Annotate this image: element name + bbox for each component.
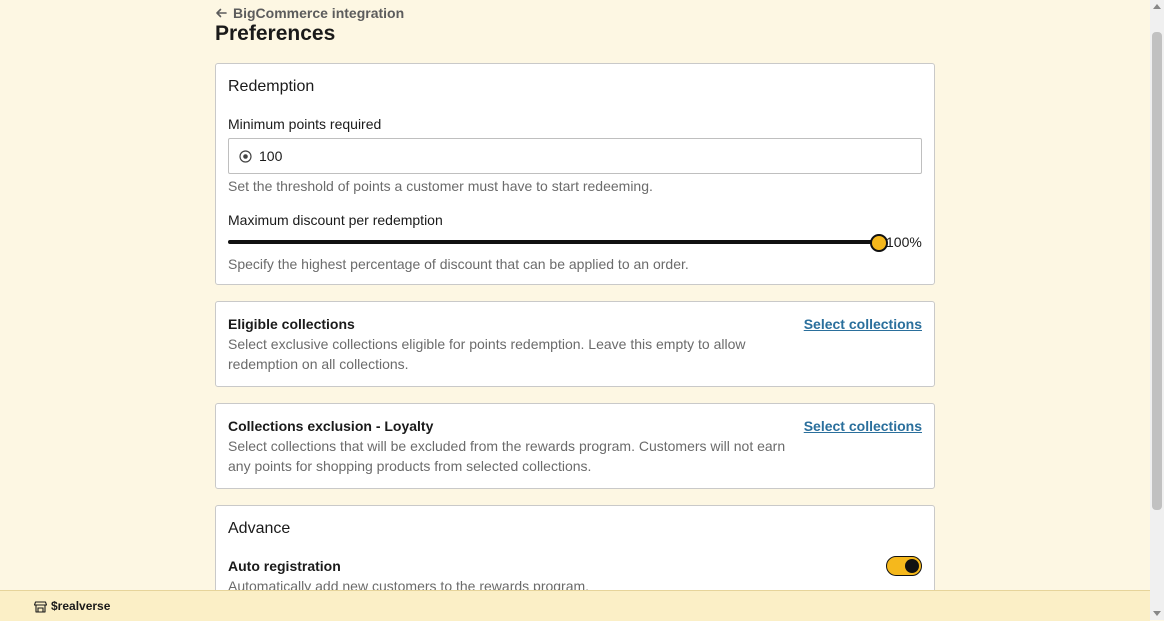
max-discount-help: Specify the highest percentage of discou… — [228, 256, 689, 272]
auto-registration-toggle[interactable] — [886, 556, 922, 576]
min-points-field[interactable] — [228, 138, 922, 174]
eligible-collections-title: Eligible collections — [228, 316, 355, 332]
slider-track — [228, 240, 878, 244]
eligible-collections-card: Eligible collections Select collections … — [215, 301, 935, 387]
back-link[interactable]: BigCommerce integration — [215, 5, 404, 21]
footer-bar: $realverse — [0, 590, 1150, 621]
brand-name: $realverse — [51, 599, 111, 613]
points-coin-icon — [239, 149, 252, 163]
advance-card: Advance Auto registration Automatically … — [215, 505, 935, 590]
min-points-label: Minimum points required — [228, 116, 382, 132]
redemption-title: Redemption — [228, 78, 315, 95]
page-title: Preferences — [215, 22, 336, 45]
max-discount-slider[interactable] — [228, 234, 888, 252]
exclusion-select-collections-link[interactable]: Select collections — [804, 418, 922, 434]
max-discount-label: Maximum discount per redemption — [228, 212, 443, 228]
scrollbar-thumb[interactable] — [1152, 32, 1162, 510]
collections-exclusion-card: Collections exclusion - Loyalty Select c… — [215, 403, 935, 489]
auto-registration-help: Automatically add new customers to the r… — [228, 578, 590, 590]
min-points-help: Set the threshold of points a customer m… — [228, 178, 653, 194]
eligible-select-collections-link[interactable]: Select collections — [804, 316, 922, 332]
arrow-left-icon — [216, 8, 227, 18]
auto-registration-label: Auto registration — [228, 558, 341, 574]
scroll-up-icon[interactable] — [1153, 4, 1161, 9]
brand[interactable]: $realverse — [34, 599, 110, 613]
collections-exclusion-description: Select collections that will be excluded… — [228, 438, 786, 474]
collections-exclusion-title: Collections exclusion - Loyalty — [228, 418, 434, 434]
page-scrollbar[interactable] — [1150, 0, 1164, 620]
max-discount-value: 100% — [886, 234, 922, 250]
advance-title: Advance — [228, 520, 291, 537]
toggle-knob — [905, 559, 919, 573]
eligible-collections-description: Select exclusive collections eligible fo… — [228, 336, 746, 372]
page: BigCommerce integration Preferences Rede… — [0, 0, 1150, 590]
store-icon — [34, 600, 47, 613]
scroll-down-icon[interactable] — [1153, 611, 1161, 616]
redemption-card: Redemption Minimum points required Set t… — [215, 63, 935, 285]
back-link-label: BigCommerce integration — [233, 5, 405, 21]
min-points-input[interactable] — [257, 147, 861, 165]
